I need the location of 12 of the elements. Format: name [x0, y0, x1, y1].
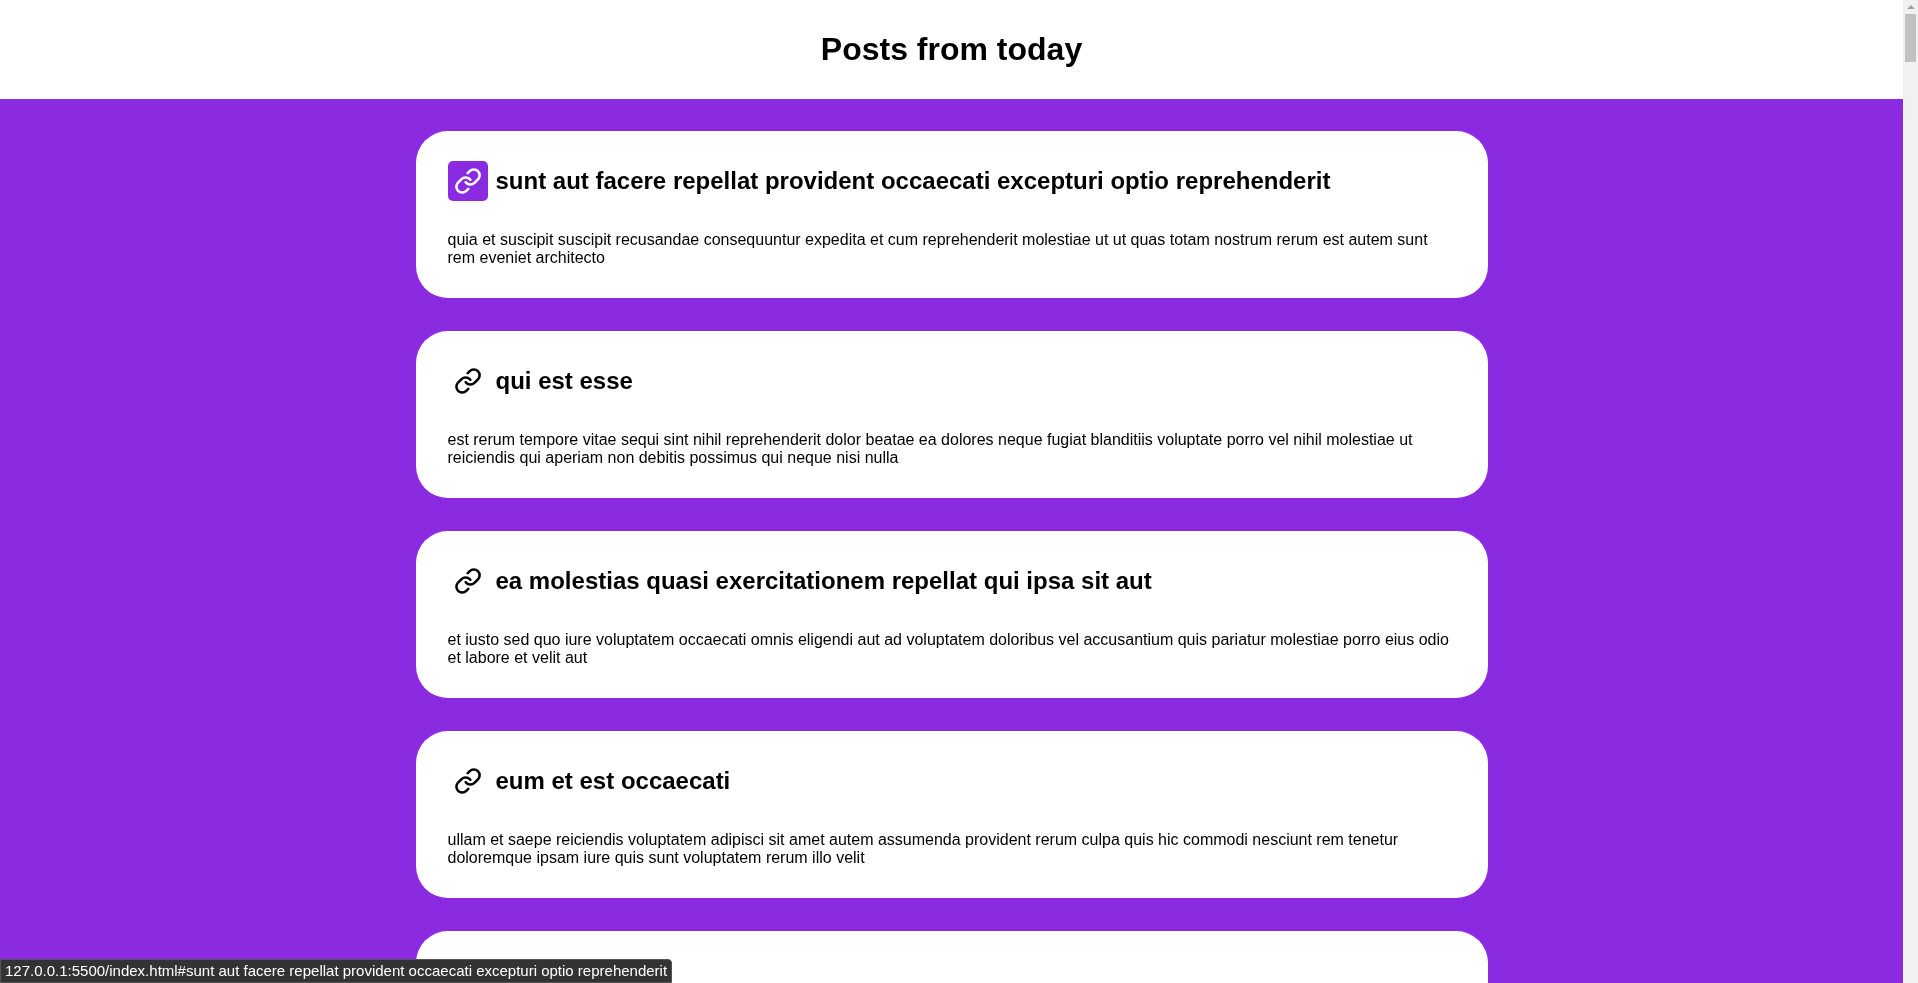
post-body: est rerum tempore vitae sequi sint nihil reprehenderit dolor beatae ea dolores neque fugiat blanditiis voluptate porro vel nihil molestiae ut reiciendis qui aperiam non debitis possimus qui neque nisi nulla	[447, 431, 1414, 467]
post-title: eum et est occaecati	[495, 767, 731, 795]
link-url-tooltip: 127.0.0.1:5500/index.html#sunt aut facere repellat provident occaecati excepturi optio reprehenderit	[0, 959, 673, 983]
link-icon[interactable]	[447, 161, 488, 201]
post-title: sunt aut facere repellat provident occaecati excepturi optio reprehenderit	[495, 167, 1331, 195]
post-title: ea molestias quasi exercitationem repellat qui ipsa sit aut	[495, 567, 1152, 595]
post-body: ullam et saepe reiciendis voluptatem adipisci sit amet autem assumenda provident rerum culpa quis hic commodi nesciunt rem tenetur doloremque ipsam iure quis sunt voluptatem rerum illo velit	[447, 831, 1400, 867]
scrollbar-thumb[interactable]	[1905, 14, 1916, 62]
post-body: quia et suscipit suscipit recusandae consequuntur expedita et cum reprehenderit molestiae ut ut quas totam nostrum rerum est autem sunt rem eveniet architecto	[447, 231, 1429, 267]
page-title: Posts from today	[820, 31, 1083, 68]
post-title: qui est esse	[495, 367, 633, 395]
post-body: et iusto sed quo iure voluptatem occaecati omnis eligendi aut ad voluptatem doloribus vel accusantium quis pariatur molestiae porro eius odio et labore et velit aut	[447, 631, 1450, 667]
